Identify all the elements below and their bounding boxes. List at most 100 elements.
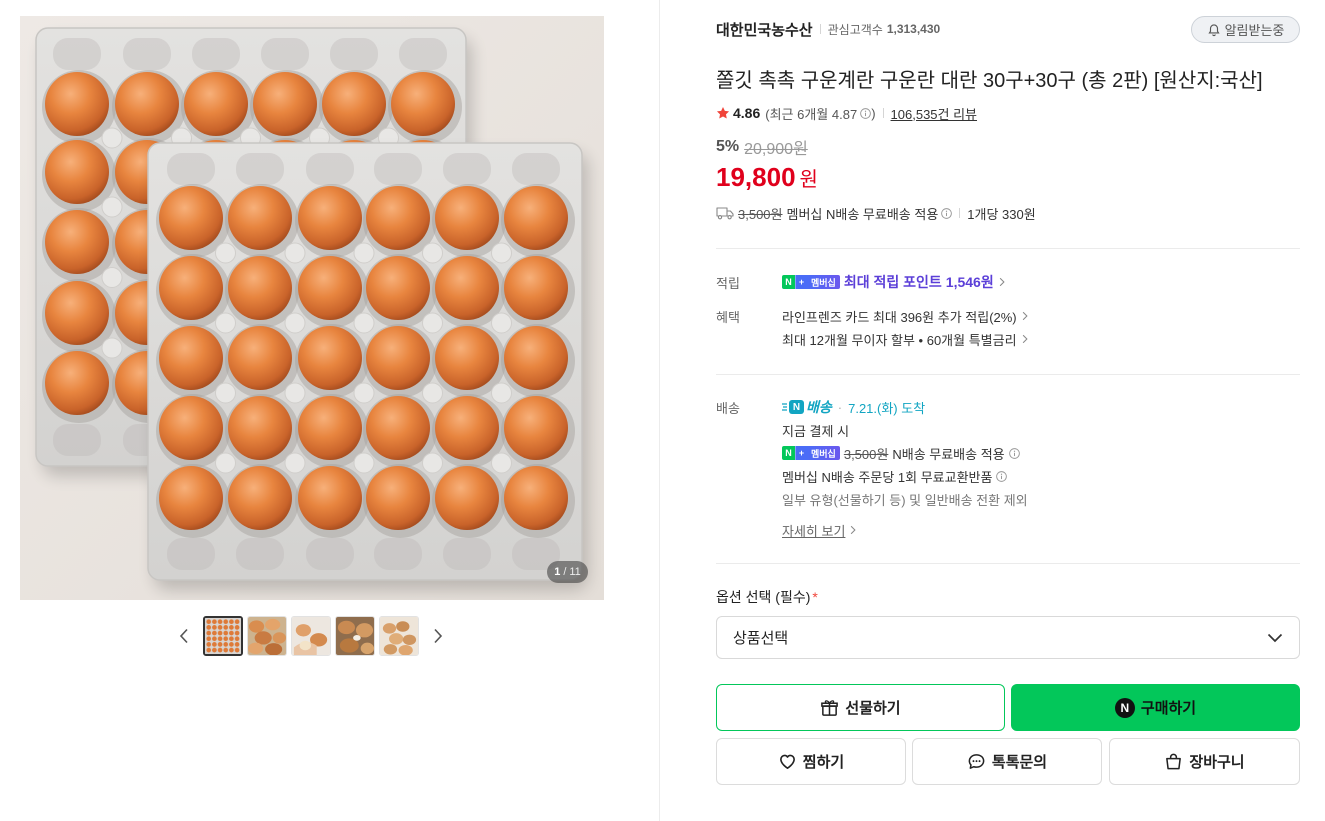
egg [322, 72, 386, 136]
discount-row: 5% 20,900원 [716, 137, 808, 158]
followers-count: 1,313,430 [886, 22, 941, 36]
egg [435, 396, 499, 460]
benefit-item-card[interactable]: 라인프렌즈 카드 최대 396원 추가 적립(2%) [782, 307, 1028, 325]
review-count-link[interactable]: 106,535건 리뷰 [891, 104, 977, 123]
egg [159, 466, 223, 530]
egg [228, 326, 292, 390]
egg [298, 186, 362, 250]
product-info-panel: 대한민국농수산 관심고객수 1,313,430 알림받는중 쫄깃 촉촉 구운계란… [716, 0, 1300, 821]
gift-icon [821, 700, 839, 716]
divider [716, 374, 1300, 375]
alert-subscribe-button[interactable]: 알림받는중 [1191, 16, 1300, 43]
info-icon[interactable] [1008, 447, 1020, 459]
chevron-right-icon [434, 628, 443, 644]
delivery-fee-text: N배송 무료배송 적용 [892, 446, 1005, 462]
egg [45, 351, 109, 415]
thumbnail-4[interactable] [335, 616, 375, 656]
wishlist-button[interactable]: 찜하기 [716, 738, 906, 785]
benefit-item-installment[interactable]: 최대 12개월 무이자 할부 • 60개월 특별금리 [782, 330, 1028, 348]
egg [504, 396, 568, 460]
naver-n-icon: N [1114, 697, 1135, 718]
egg [45, 210, 109, 274]
egg [298, 326, 362, 390]
thumbnail-5[interactable] [379, 616, 419, 656]
exchange-text: 멤버십 N배송 주문당 1회 무료교환반품 [782, 469, 993, 485]
egg [298, 396, 362, 460]
alert-label: 알림받는중 [1224, 23, 1285, 38]
egg [366, 256, 430, 320]
shipping-summary-row: 3,500원 멤버십 N배송 무료배송 적용 1개당 330원 [716, 204, 1036, 222]
gift-button[interactable]: 선물하기 [716, 684, 1005, 731]
thumbnail-image [336, 617, 374, 655]
sale-price: 19,800 [716, 162, 796, 192]
thumbnail-1[interactable] [203, 616, 243, 656]
buy-button[interactable]: N 구매하기 [1011, 684, 1300, 731]
rating-row: 4.86 (최근 6개월 4.87 ) 106,535건 리뷰 [716, 104, 977, 122]
product-image[interactable]: 1 / 11 [20, 16, 604, 600]
rating-recent: (최근 6개월 4.87 [765, 106, 858, 122]
egg [298, 256, 362, 320]
chevron-left-icon [179, 628, 188, 644]
rewards-label: 적립 [716, 275, 740, 291]
bell-icon [1208, 23, 1220, 36]
talk-inquiry-button[interactable]: 톡톡문의 [912, 738, 1102, 785]
seller-name[interactable]: 대한민국농수산 [716, 19, 813, 40]
info-icon[interactable] [860, 107, 872, 119]
benefits-label: 혜택 [716, 309, 740, 325]
egg [504, 326, 568, 390]
chevron-right-icon [999, 277, 1005, 287]
egg [228, 186, 292, 250]
original-price: 20,900원 [744, 141, 808, 158]
egg [366, 396, 430, 460]
rewards-text: 최대 적립 포인트 [843, 274, 942, 290]
egg [159, 186, 223, 250]
gallery-prev-button[interactable] [177, 627, 191, 645]
divider [716, 563, 1300, 564]
option-select[interactable]: 상품선택 [716, 616, 1300, 659]
talk-inquiry-label: 톡톡문의 [991, 754, 1048, 771]
benefit-text: 라인프렌즈 카드 최대 396원 추가 적립(2%) [782, 309, 1017, 325]
buy-button-label: 구매하기 [1140, 700, 1197, 717]
shipping-text: 멤버십 N배송 무료배송 적용 [786, 206, 939, 222]
thumbnail-3[interactable] [291, 616, 331, 656]
delivery-arrival-row: N 배송 · 7.21.(화) 도착 [782, 398, 925, 416]
badge-n: N [782, 446, 795, 460]
egg [253, 72, 317, 136]
info-icon[interactable] [996, 470, 1008, 482]
price-row: 19,800 원 [716, 162, 818, 196]
shopping-bag-icon [1166, 753, 1182, 770]
exchange-row: 멤버십 N배송 주문당 1회 무료교환반품 [782, 467, 1008, 485]
details-link-label: 자세히 보기 [782, 523, 846, 539]
egg [45, 72, 109, 136]
panel-divider [659, 0, 660, 821]
rewards-link[interactable]: N + 멤버십 최대 적립 포인트 1,546원 [782, 273, 1005, 291]
cart-button[interactable]: 장바구니 [1109, 738, 1300, 785]
egg [435, 326, 499, 390]
speed-lines-icon [782, 403, 787, 411]
gift-button-label: 선물하기 [845, 700, 901, 717]
egg [504, 256, 568, 320]
egg [366, 326, 430, 390]
chat-icon [968, 754, 985, 769]
thumbnail-image [380, 617, 418, 655]
egg [435, 466, 499, 530]
separator [882, 108, 884, 118]
details-link[interactable]: 자세히 보기 [782, 521, 857, 539]
badge-plus: + [795, 446, 807, 460]
egg [391, 72, 455, 136]
chevron-right-icon [1022, 334, 1028, 344]
image-counter: 1 / 11 [547, 561, 588, 583]
egg [366, 186, 430, 250]
badge-membership: 멤버십 [807, 446, 840, 460]
seller-row: 대한민국농수산 관심고객수 1,313,430 [716, 19, 940, 39]
separator [959, 208, 961, 218]
gallery-next-button[interactable] [431, 627, 445, 645]
counter-current: 1 [554, 566, 561, 578]
egg [228, 256, 292, 320]
info-icon[interactable] [941, 207, 953, 219]
thumbnail-2[interactable] [247, 616, 287, 656]
rating-recent-close: ) [871, 105, 876, 121]
heart-icon [779, 754, 795, 769]
egg [159, 326, 223, 390]
egg [298, 466, 362, 530]
